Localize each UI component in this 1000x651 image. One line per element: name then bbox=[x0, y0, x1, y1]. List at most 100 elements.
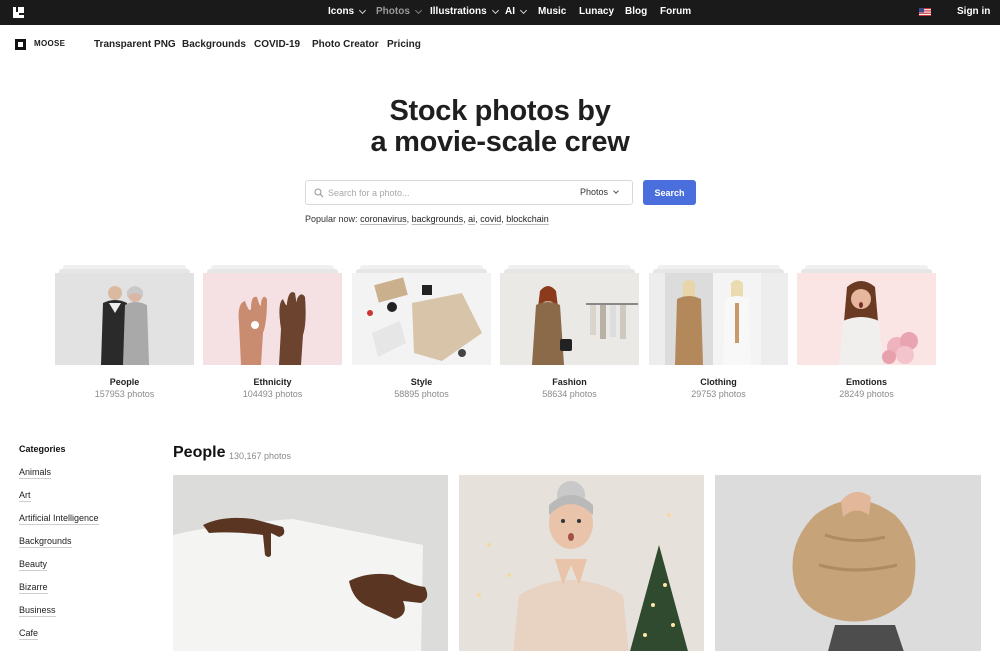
category-name: People bbox=[109, 377, 140, 387]
nav-lunacy[interactable]: Lunacy bbox=[579, 6, 614, 17]
search-button[interactable]: Search bbox=[643, 180, 696, 205]
category-count: 58895 photos bbox=[394, 389, 449, 399]
subnav-photo-creator[interactable]: Photo Creator bbox=[312, 39, 379, 50]
category-card-clothing[interactable]: Clothing 29753 photos bbox=[649, 265, 788, 400]
category-thumbnail bbox=[649, 273, 788, 365]
photo-image bbox=[459, 475, 704, 651]
subnav-backgrounds[interactable]: Backgrounds bbox=[182, 39, 246, 50]
nav-lunacy-label: Lunacy bbox=[579, 6, 615, 17]
section-title: People bbox=[173, 444, 226, 461]
search-input[interactable] bbox=[328, 185, 558, 201]
nav-icons-label: Icons bbox=[328, 6, 355, 17]
popular-label: Popular now: bbox=[305, 214, 358, 224]
nav-illustrations-label: Illustrations bbox=[430, 6, 487, 17]
sidebar-item-backgrounds[interactable]: Backgrounds bbox=[19, 536, 149, 559]
popular-tag[interactable]: backgrounds bbox=[412, 214, 464, 224]
top-nav: Icons Photos Illustrations AI Music Luna… bbox=[0, 0, 1000, 25]
sidebar-item-bizarre[interactable]: Bizarre bbox=[19, 582, 149, 605]
category-thumbnail bbox=[797, 273, 936, 365]
category-card-fashion[interactable]: Fashion 58634 photos bbox=[500, 265, 639, 400]
category-count: 28249 photos bbox=[839, 389, 894, 399]
chevron-down-icon bbox=[359, 6, 367, 14]
sign-in-link[interactable]: Sign in bbox=[957, 6, 990, 17]
nav-photos-label: Photos bbox=[376, 6, 410, 17]
search-type-dropdown[interactable]: Photos bbox=[580, 187, 619, 197]
photo-tile[interactable] bbox=[459, 475, 704, 651]
subnav-transparent-png[interactable]: Transparent PNG bbox=[94, 39, 176, 50]
category-count: 104493 photos bbox=[242, 389, 303, 399]
sidebar-item-label: Art bbox=[19, 490, 31, 502]
category-card-ethnicity[interactable]: Ethnicity 104493 photos bbox=[203, 265, 342, 400]
search-icon bbox=[314, 188, 324, 198]
nav-ai-label: AI bbox=[505, 6, 515, 17]
nav-music[interactable]: Music bbox=[538, 6, 566, 17]
nav-forum[interactable]: Forum bbox=[660, 6, 691, 17]
nav-blog[interactable]: Blog bbox=[625, 6, 647, 17]
photo-image bbox=[173, 475, 448, 651]
popular-now: Popular now: coronavirus, backgrounds, a… bbox=[305, 214, 549, 224]
photo-image bbox=[715, 475, 981, 651]
sidebar-item-label: Backgrounds bbox=[19, 536, 72, 548]
hero-title-line2: a movie-scale crew bbox=[370, 126, 630, 158]
secondary-nav: MOOSE Transparent PNG Backgrounds COVID-… bbox=[0, 25, 1000, 63]
hero-title-line1: Stock photos by bbox=[389, 95, 611, 127]
sidebar-item-label: Bizarre bbox=[19, 582, 48, 594]
chevron-down-icon bbox=[491, 6, 499, 14]
popular-tag[interactable]: covid bbox=[480, 214, 501, 224]
chevron-down-icon bbox=[414, 6, 422, 14]
nav-forum-label: Forum bbox=[660, 6, 692, 17]
top-bar: Icons Photos Illustrations AI Music Luna… bbox=[0, 0, 1000, 25]
subnav-pricing[interactable]: Pricing bbox=[387, 39, 421, 50]
category-count: 29753 photos bbox=[691, 389, 746, 399]
sidebar-item-cafe[interactable]: Cafe bbox=[19, 628, 149, 651]
category-thumbnail bbox=[500, 273, 639, 365]
chevron-down-icon bbox=[613, 187, 619, 194]
nav-blog-label: Blog bbox=[625, 6, 648, 17]
hero-title: Stock photos by a movie-scale crew bbox=[0, 96, 1000, 158]
nav-music-label: Music bbox=[538, 6, 567, 17]
categories-sidebar: Categories Animals Art Artificial Intell… bbox=[19, 444, 149, 651]
category-thumbnail bbox=[55, 273, 194, 365]
category-name: Style bbox=[410, 377, 433, 387]
category-thumbnail bbox=[352, 273, 491, 365]
sidebar-item-label: Business bbox=[19, 605, 56, 617]
search-type-label: Photos bbox=[580, 187, 609, 197]
sidebar-item-animals[interactable]: Animals bbox=[19, 467, 149, 490]
sidebar-item-label: Animals bbox=[19, 467, 52, 479]
nav-illustrations[interactable]: Illustrations bbox=[430, 6, 499, 17]
category-count: 157953 photos bbox=[94, 389, 155, 399]
chevron-down-icon bbox=[519, 6, 528, 14]
sidebar-item-art[interactable]: Art bbox=[19, 490, 149, 513]
sidebar-item-label: Beauty bbox=[19, 559, 48, 571]
sidebar-item-label: Artificial Intelligence bbox=[19, 513, 99, 525]
us-flag-icon[interactable] bbox=[919, 8, 931, 16]
category-name: Emotions bbox=[845, 377, 887, 387]
photo-tile[interactable] bbox=[715, 475, 981, 651]
nav-photos[interactable]: Photos bbox=[376, 6, 422, 17]
category-thumbnail bbox=[203, 273, 342, 365]
sidebar-item-label: Cafe bbox=[19, 628, 39, 640]
photo-tile[interactable] bbox=[173, 475, 448, 651]
moose-logo-icon[interactable] bbox=[15, 39, 26, 50]
popular-tag[interactable]: blockchain bbox=[506, 214, 549, 224]
category-card-style[interactable]: Style 58895 photos bbox=[352, 265, 491, 400]
sidebar-heading: Categories bbox=[19, 444, 66, 454]
search-box: Photos bbox=[305, 180, 633, 205]
sidebar-item-business[interactable]: Business bbox=[19, 605, 149, 628]
category-name: Clothing bbox=[700, 377, 737, 387]
nav-ai[interactable]: AI bbox=[505, 6, 528, 17]
subnav-covid-19[interactable]: COVID-19 bbox=[254, 39, 300, 50]
section-count: 130,167 photos bbox=[229, 451, 292, 461]
category-cards: People 157953 photos Ethnicity 104493 ph… bbox=[0, 265, 1000, 405]
nav-icons[interactable]: Icons bbox=[328, 6, 367, 17]
category-name: Ethnicity bbox=[253, 377, 292, 387]
category-card-emotions[interactable]: Emotions 28249 photos bbox=[797, 265, 936, 400]
popular-tag[interactable]: coronavirus bbox=[360, 214, 407, 224]
sidebar-item-artificial-intelligence[interactable]: Artificial Intelligence bbox=[19, 513, 149, 536]
brand-name[interactable]: MOOSE bbox=[34, 39, 65, 48]
sidebar-item-beauty[interactable]: Beauty bbox=[19, 559, 149, 582]
category-card-people[interactable]: People 157953 photos bbox=[55, 265, 194, 400]
category-name: Fashion bbox=[552, 377, 587, 387]
popular-tag[interactable]: ai bbox=[468, 214, 475, 224]
category-count: 58634 photos bbox=[542, 389, 597, 399]
